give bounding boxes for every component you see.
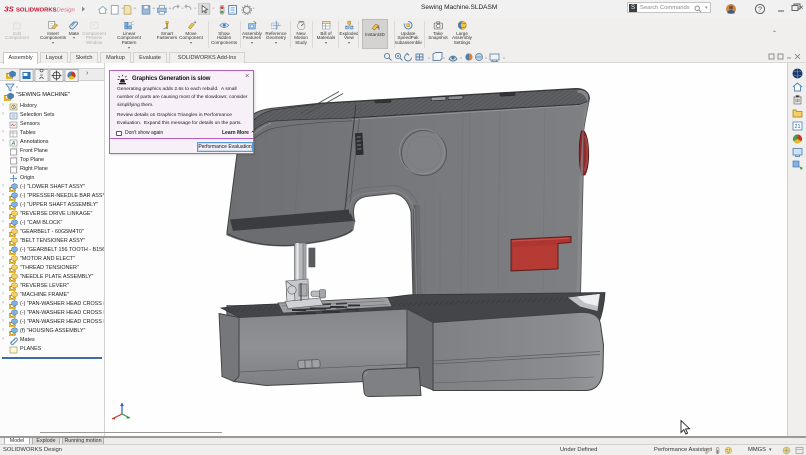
svg-text:?: ?	[758, 5, 762, 14]
svg-text:Design: Design	[57, 7, 76, 13]
svg-text:ЗS: ЗS	[4, 5, 14, 14]
svg-text:SOLIDWORKS: SOLIDWORKS	[16, 7, 57, 13]
svg-text:21: 21	[794, 124, 800, 130]
